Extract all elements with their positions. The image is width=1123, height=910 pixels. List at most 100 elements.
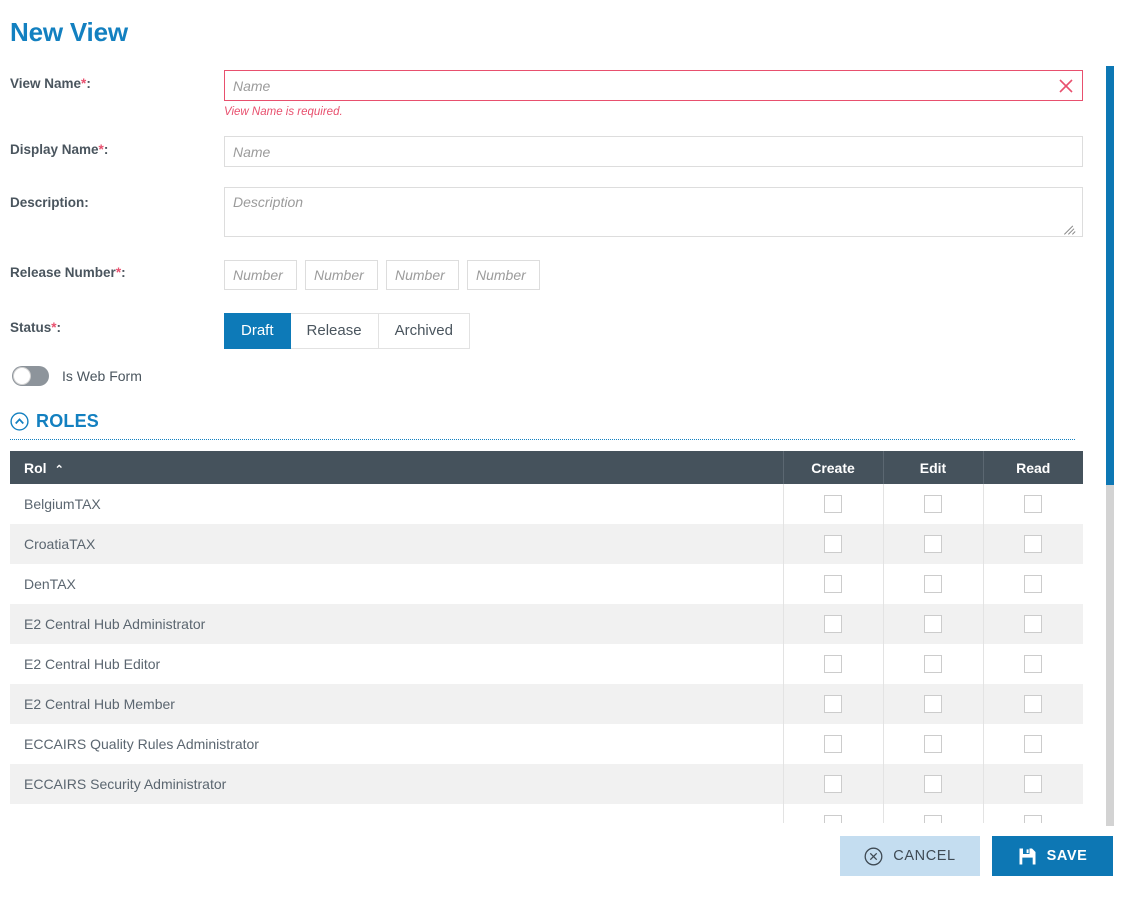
edit-checkbox[interactable] [924, 495, 942, 514]
permission-cell-create [783, 484, 884, 524]
is-web-form-toggle[interactable] [12, 366, 49, 386]
release-number-segment-2[interactable] [305, 260, 378, 290]
new-view-page: New View View Name*: View Name is requir… [0, 0, 1123, 910]
create-checkbox[interactable] [824, 775, 842, 794]
edit-checkbox[interactable] [924, 775, 942, 794]
edit-checkbox[interactable] [924, 695, 942, 714]
permission-cell-read [983, 604, 1083, 644]
role-name-cell: E2 Central Hub Editor [10, 644, 784, 684]
create-checkbox[interactable] [824, 495, 842, 514]
release-number-segment-4[interactable] [467, 260, 540, 290]
create-checkbox[interactable] [824, 655, 842, 674]
column-header-create[interactable]: Create [783, 451, 884, 484]
roles-section-title: ROLES [36, 410, 100, 431]
scrollbar-thumb[interactable] [1106, 66, 1114, 485]
table-row: E2 Central Hub Administrator [10, 604, 1083, 644]
create-checkbox[interactable] [824, 815, 842, 823]
cancel-button[interactable]: CANCEL [840, 836, 980, 876]
permission-cell-edit [883, 644, 984, 684]
permission-cell-read [983, 724, 1083, 764]
permission-cell-create [783, 804, 884, 823]
permission-cell-create [783, 684, 884, 724]
permission-cell-edit [883, 524, 984, 564]
roles-section-header[interactable]: ROLES [0, 408, 1085, 434]
view-name-error: View Name is required. [224, 106, 343, 118]
footer-actions: CANCEL SAVE [0, 836, 1113, 882]
edit-checkbox[interactable] [924, 735, 942, 754]
read-checkbox[interactable] [1024, 775, 1043, 794]
table-header-row: Rol ⌃ Create Edit Read [10, 451, 1083, 484]
edit-checkbox[interactable] [924, 535, 942, 554]
read-checkbox[interactable] [1024, 575, 1043, 594]
create-checkbox[interactable] [824, 535, 842, 554]
section-divider [10, 439, 1075, 440]
column-header-rol[interactable]: Rol ⌃ [10, 451, 784, 484]
sort-ascending-icon: ⌃ [54, 463, 64, 476]
read-checkbox[interactable] [1024, 735, 1043, 754]
cancel-button-label: CANCEL [893, 848, 956, 864]
permission-cell-edit [883, 764, 984, 804]
status-option-release[interactable]: Release [290, 313, 379, 349]
permission-cell-read [983, 684, 1083, 724]
circle-x-icon [864, 847, 883, 866]
roles-table: Rol ⌃ Create Edit Read BelgiumTAX CroatiaT… [10, 451, 1083, 823]
status-option-archived[interactable]: Archived [378, 313, 470, 349]
permission-cell-create [783, 604, 884, 644]
release-number-segment-3[interactable] [386, 260, 459, 290]
permission-cell-create [783, 764, 884, 804]
chevron-up-circle-icon[interactable] [10, 411, 29, 431]
permission-cell-create [783, 564, 884, 604]
read-checkbox[interactable] [1024, 695, 1043, 714]
create-checkbox[interactable] [824, 615, 842, 634]
roles-table-container: Rol ⌃ Create Edit Read BelgiumTAX CroatiaT… [10, 451, 1083, 823]
status-option-draft[interactable]: Draft [224, 313, 291, 349]
table-row [10, 804, 1083, 823]
permission-cell-read [983, 764, 1083, 804]
save-button-label: SAVE [1046, 848, 1088, 864]
permission-cell-read [983, 484, 1083, 524]
vertical-scrollbar[interactable] [1106, 66, 1114, 826]
permission-cell-edit [883, 684, 984, 724]
is-web-form-row: Is Web Form [12, 366, 142, 386]
table-row: ECCAIRS Security Administrator [10, 764, 1083, 804]
column-header-edit[interactable]: Edit [883, 451, 984, 484]
read-checkbox[interactable] [1024, 495, 1043, 514]
edit-checkbox[interactable] [924, 615, 942, 634]
close-x-icon[interactable] [1056, 76, 1076, 96]
roles-table-body: BelgiumTAX CroatiaTAX DenTAX E2 Central Hub… [10, 484, 1083, 823]
permission-cell-read [983, 564, 1083, 604]
save-button[interactable]: SAVE [992, 836, 1113, 876]
status-segmented-control: Draft Release Archived [224, 313, 470, 349]
view-name-label: View Name*: [10, 76, 91, 91]
create-checkbox[interactable] [824, 735, 842, 754]
permission-cell-create [783, 724, 884, 764]
permission-cell-edit [883, 604, 984, 644]
table-row: DenTAX [10, 564, 1083, 604]
roles-section: ROLES [0, 408, 1085, 440]
description-input[interactable] [224, 187, 1083, 237]
description-label: Description: [10, 195, 89, 210]
column-header-read[interactable]: Read [983, 451, 1083, 484]
floppy-disk-icon [1018, 847, 1037, 866]
permission-cell-read [983, 524, 1083, 564]
read-checkbox[interactable] [1024, 655, 1043, 674]
read-checkbox[interactable] [1024, 815, 1043, 823]
role-name-cell: E2 Central Hub Administrator [10, 604, 784, 644]
permission-cell-read [983, 804, 1083, 823]
edit-checkbox[interactable] [924, 655, 942, 674]
role-name-cell: DenTAX [10, 564, 784, 604]
read-checkbox[interactable] [1024, 615, 1043, 634]
create-checkbox[interactable] [824, 695, 842, 714]
edit-checkbox[interactable] [924, 815, 942, 823]
read-checkbox[interactable] [1024, 535, 1043, 554]
role-name-cell: BelgiumTAX [10, 484, 784, 524]
permission-cell-edit [883, 564, 984, 604]
view-name-input[interactable] [224, 70, 1083, 101]
edit-checkbox[interactable] [924, 575, 942, 594]
permission-cell-read [983, 644, 1083, 684]
release-number-segment-1[interactable] [224, 260, 297, 290]
display-name-input[interactable] [224, 136, 1083, 167]
permission-cell-create [783, 644, 884, 684]
permission-cell-create [783, 524, 884, 564]
create-checkbox[interactable] [824, 575, 842, 594]
